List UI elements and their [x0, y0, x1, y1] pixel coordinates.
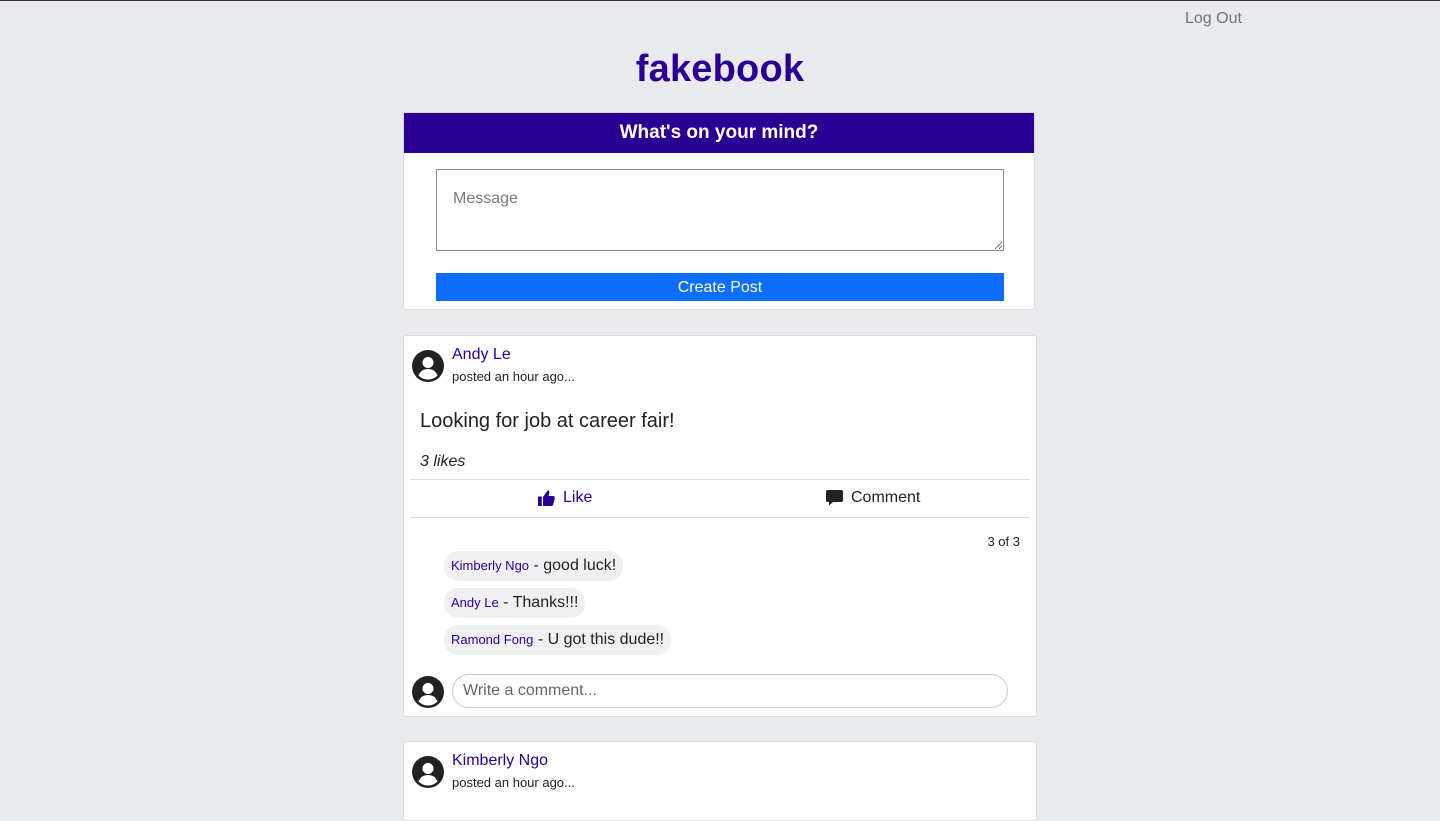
comment-count: 3 of 3 — [987, 534, 1020, 549]
like-count: 3 likes — [420, 453, 466, 470]
create-post-button[interactable]: Create Post — [436, 273, 1004, 301]
like-label: Like — [563, 489, 593, 506]
post-author-link[interactable]: Kimberly Ngo — [452, 752, 548, 770]
brand-logo: fakebook — [635, 48, 805, 90]
comment-text: - Thanks!!! — [498, 594, 579, 611]
comment-icon — [826, 490, 843, 506]
composer-title: What's on your mind? — [404, 113, 1034, 153]
post-timestamp: posted an hour ago... — [452, 775, 575, 790]
post-card: Andy Le posted an hour ago... Looking fo… — [403, 335, 1037, 717]
post-body: Looking for job at career fair! — [420, 410, 675, 432]
comment-item: Kimberly Ngo - good luck! — [444, 551, 624, 581]
comment-text: - U got this dude!! — [533, 631, 665, 648]
user-circle-icon — [412, 756, 444, 788]
post-timestamp: posted an hour ago... — [452, 369, 575, 384]
post-author-link[interactable]: Andy Le — [452, 346, 511, 364]
message-input[interactable] — [436, 169, 1004, 251]
post-action-bar: Like Comment — [410, 479, 1030, 518]
comment-author-link[interactable]: Andy Le — [451, 595, 499, 610]
comment-button[interactable]: Comment — [826, 489, 920, 507]
comment-author-link[interactable]: Kimberly Ngo — [451, 558, 529, 573]
user-circle-icon — [412, 676, 444, 708]
post-composer: What's on your mind? Create Post — [403, 112, 1035, 310]
like-button[interactable]: Like — [538, 489, 592, 507]
comment-item: Ramond Fong - U got this dude!! — [444, 625, 672, 655]
comment-text: - good luck! — [529, 557, 617, 574]
top-border — [0, 0, 1440, 1]
thumbs-up-icon — [538, 490, 555, 506]
comment-label: Comment — [851, 489, 921, 506]
comment-item: Andy Le - Thanks!!! — [444, 588, 586, 618]
logout-link[interactable]: Log Out — [1185, 10, 1242, 28]
comment-author-link[interactable]: Ramond Fong — [451, 632, 533, 647]
post-card: Kimberly Ngo posted an hour ago... — [403, 741, 1037, 821]
comment-input[interactable] — [452, 674, 1008, 708]
user-circle-icon — [412, 350, 444, 382]
